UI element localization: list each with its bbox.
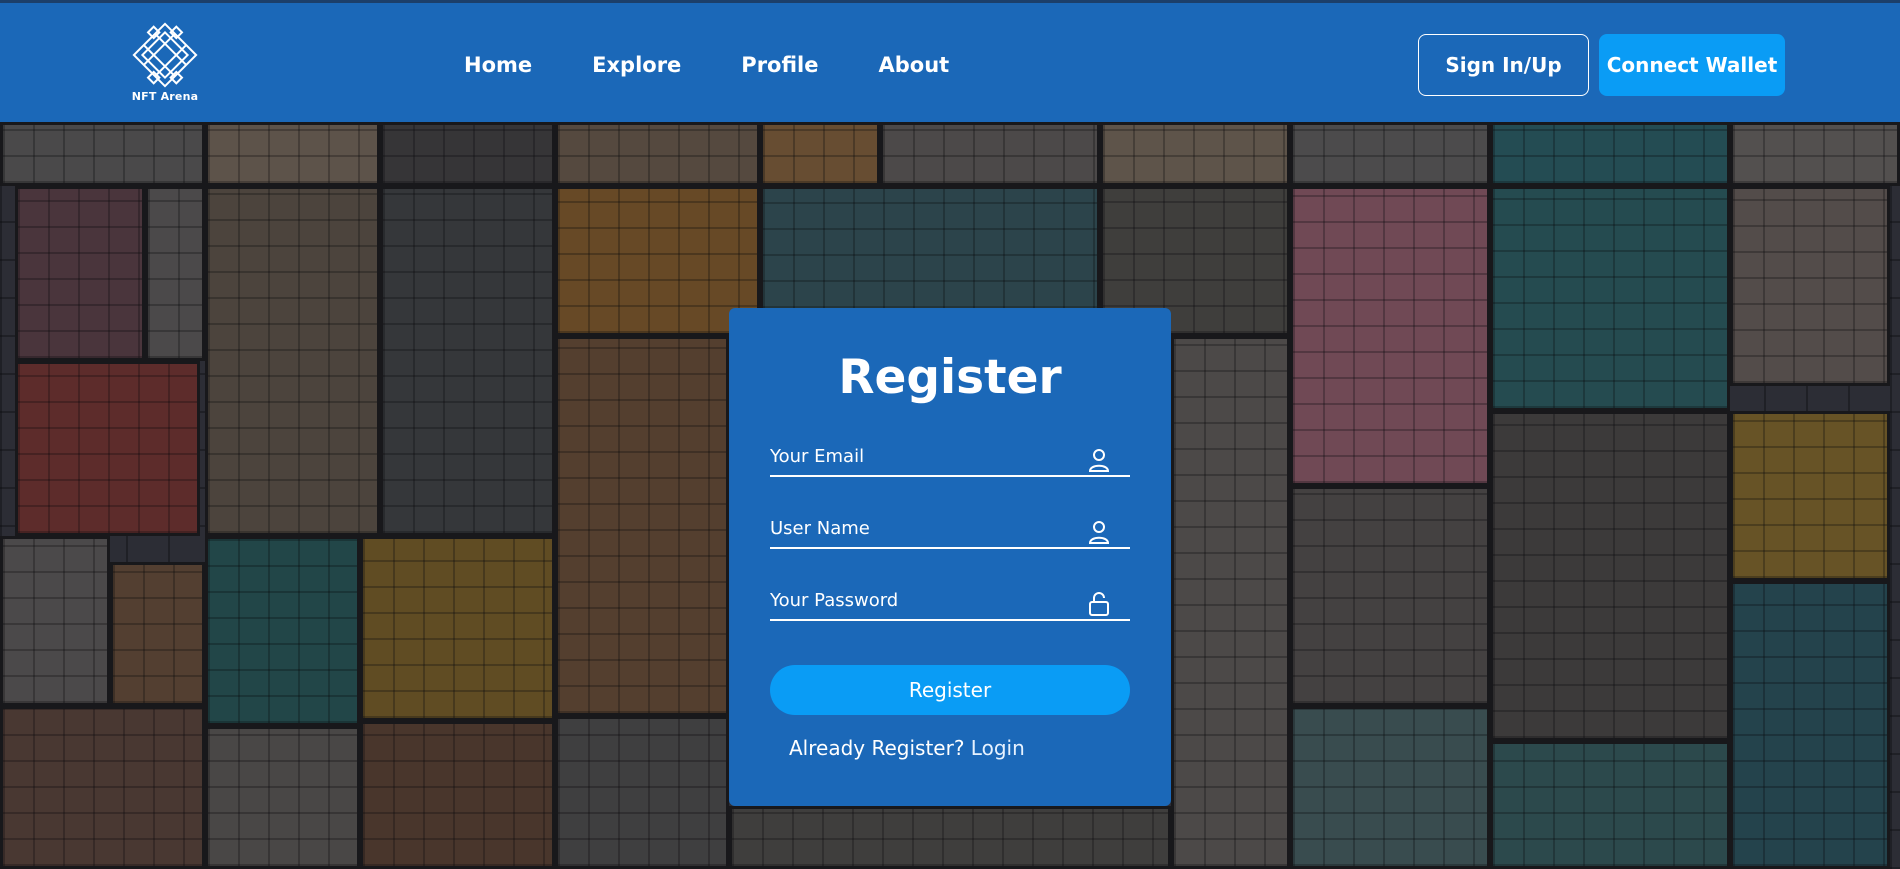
- mosaic-tile: [1490, 411, 1730, 741]
- register-title: Register: [838, 350, 1062, 405]
- mosaic-tile: [1730, 411, 1890, 581]
- mosaic-tile: [0, 706, 205, 869]
- mosaic-tile: [205, 726, 360, 869]
- mosaic-tile: [1490, 186, 1730, 411]
- mosaic-tile: [1290, 706, 1490, 869]
- mosaic-tile: [1490, 741, 1730, 869]
- mosaic-tile: [729, 806, 1171, 869]
- mosaic-tile: [0, 536, 110, 706]
- login-link[interactable]: Login: [971, 736, 1025, 760]
- unlock-icon: [1089, 592, 1109, 616]
- mosaic-tile: [205, 122, 380, 186]
- nav-about[interactable]: About: [878, 52, 949, 78]
- nav-home[interactable]: Home: [464, 52, 532, 78]
- mosaic-tile: [555, 336, 729, 716]
- login-prompt: Already Register? Login: [789, 736, 1025, 760]
- knot-logo-icon: [132, 22, 198, 88]
- sign-in-up-button[interactable]: Sign In/Up: [1418, 34, 1589, 96]
- logo[interactable]: NFT Arena: [123, 21, 207, 107]
- mosaic-tile: [205, 186, 380, 536]
- mosaic-tile: [1290, 186, 1490, 486]
- user-icon: [1088, 449, 1110, 472]
- user-icon: [1088, 521, 1110, 544]
- mosaic-tile: [760, 122, 880, 186]
- logo-text: NFT Arena: [131, 90, 199, 103]
- nav-explore[interactable]: Explore: [592, 52, 681, 78]
- site-header: NFT Arena Home Explore Profile About Sig…: [0, 0, 1900, 122]
- mosaic-tile: [380, 186, 555, 536]
- username-input[interactable]: [770, 511, 1090, 545]
- mosaic-tile: [1100, 122, 1290, 186]
- login-prompt-text: Already Register?: [789, 736, 965, 760]
- password-input[interactable]: [770, 583, 1090, 617]
- nav-profile[interactable]: Profile: [741, 52, 818, 78]
- mosaic-tile: [1290, 486, 1490, 706]
- main-nav: Home Explore Profile About: [464, 52, 949, 78]
- email-input[interactable]: [770, 439, 1090, 473]
- mosaic-tile: [380, 122, 555, 186]
- mosaic-tile: [1730, 186, 1890, 386]
- mosaic-tile: [880, 122, 1100, 186]
- mosaic-tile: [1171, 336, 1290, 869]
- mosaic-tile: [1730, 122, 1900, 186]
- mosaic-tile: [15, 361, 200, 536]
- mosaic-tile: [0, 122, 205, 186]
- mosaic-tile: [205, 536, 360, 726]
- mosaic-tile: [110, 562, 205, 706]
- mosaic-tile: [360, 536, 555, 721]
- mosaic-tile: [555, 122, 760, 186]
- mosaic-tile: [360, 721, 555, 869]
- email-field: [770, 439, 1130, 477]
- password-field: [770, 583, 1130, 621]
- register-button[interactable]: Register: [770, 665, 1130, 715]
- connect-wallet-button[interactable]: Connect Wallet: [1599, 34, 1785, 96]
- mosaic-tile: [1490, 122, 1730, 186]
- mosaic-tile: [145, 186, 205, 361]
- register-card: Register Register Already Register? Logi…: [729, 308, 1171, 806]
- mosaic-tile: [760, 186, 1100, 311]
- mosaic-tile: [15, 186, 145, 361]
- mosaic-tile: [555, 716, 729, 869]
- mosaic-tile: [1290, 122, 1490, 186]
- mosaic-tile: [1730, 581, 1890, 869]
- username-field: [770, 511, 1130, 549]
